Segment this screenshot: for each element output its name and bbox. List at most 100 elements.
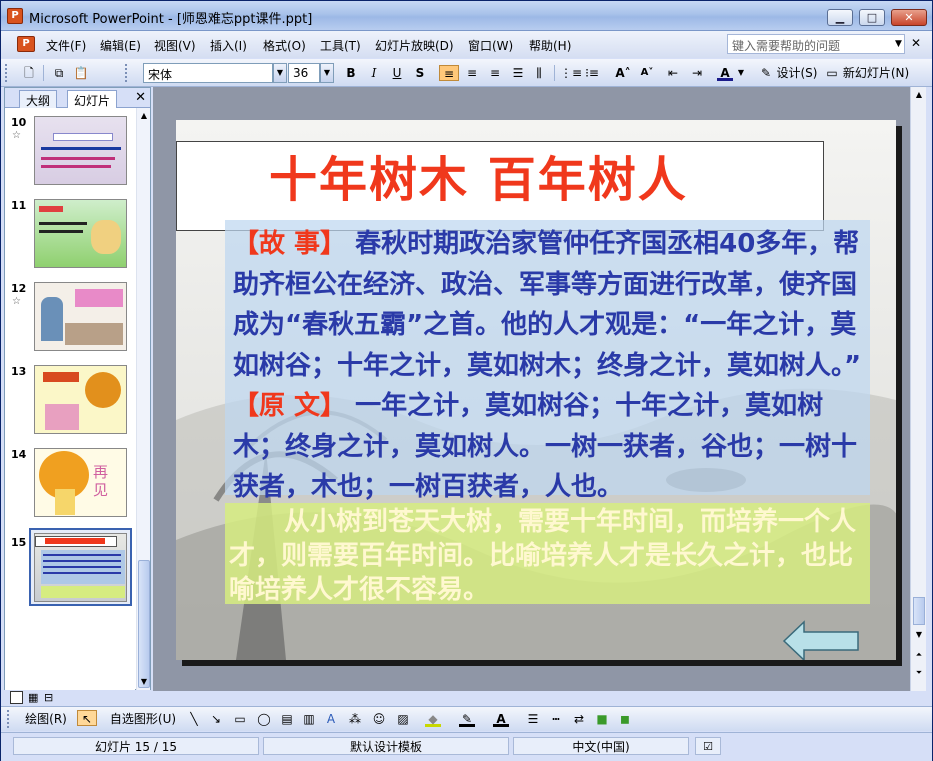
normal-view-icon[interactable]: [10, 691, 23, 704]
scrollbar-thumb[interactable]: [138, 560, 150, 688]
next-slide-icon[interactable]: ⏷: [913, 667, 925, 679]
toolbar-grip[interactable]: [7, 710, 11, 728]
arrow-style-icon[interactable]: ⇄: [571, 711, 587, 727]
close-button[interactable]: ✕: [891, 9, 927, 26]
help-search-input[interactable]: 键入需要帮助的问题: [727, 34, 905, 54]
justify-button[interactable]: ☰: [510, 65, 526, 81]
align-center-button[interactable]: ≡: [464, 65, 480, 81]
numbering-icon[interactable]: ⋮≡: [560, 65, 582, 81]
sorter-view-icon[interactable]: ▦: [28, 691, 41, 704]
3d-style-icon[interactable]: ◼: [617, 711, 633, 727]
maximize-button[interactable]: □: [859, 9, 885, 26]
new-document-icon[interactable]: 🗋: [19, 65, 39, 81]
menu-help[interactable]: 帮助(H): [529, 37, 571, 54]
formatting-toolbar: 🗋 ⧉ 📋 宋体 ▼ 36 ▼ B I U S ≡ ≡ ≡ ☰ ⫼ ⋮≡ ⁝≡ …: [1, 59, 932, 87]
paste-icon[interactable]: 📋: [71, 65, 91, 81]
rectangle-icon[interactable]: ▭: [232, 711, 248, 727]
thumb-image: [34, 116, 127, 185]
autoshapes-button[interactable]: 自选图形(U): [105, 711, 181, 727]
decrease-indent-icon[interactable]: ⇤: [665, 65, 681, 81]
diagram-icon[interactable]: ⁂: [347, 711, 363, 727]
size-dropdown-icon[interactable]: ▼: [320, 63, 334, 83]
bold-button[interactable]: B: [344, 65, 358, 81]
title-bar: P Microsoft PowerPoint - [师恩难忘ppt课件.ppt]…: [1, 1, 932, 31]
spelling-status-icon[interactable]: ☑: [695, 737, 721, 755]
powerpoint-icon[interactable]: P: [7, 8, 23, 24]
line-style-icon[interactable]: ☰: [525, 711, 541, 727]
menu-format[interactable]: 格式(O): [263, 37, 306, 54]
thumbnail-list[interactable]: 10 ☆ 11 12 ☆ 13 14 再见 15: [5, 108, 135, 690]
previous-slide-icon[interactable]: ⏶: [913, 649, 925, 661]
line-icon[interactable]: ╲: [187, 711, 201, 727]
font-color-icon[interactable]: A: [717, 65, 733, 81]
design-icon[interactable]: ✎: [758, 65, 774, 81]
underline-button[interactable]: U: [390, 65, 404, 81]
menu-tools[interactable]: 工具(T): [320, 37, 361, 54]
help-dropdown-icon[interactable]: ▼: [892, 34, 905, 54]
align-right-button[interactable]: ≡: [487, 65, 503, 81]
vertical-textbox-icon[interactable]: ▥: [302, 711, 316, 727]
fill-color-icon[interactable]: ◆: [425, 711, 441, 727]
font-dropdown-icon[interactable]: ▼: [273, 63, 287, 83]
panel-close-icon[interactable]: ✕: [135, 90, 146, 105]
menu-slideshow[interactable]: 幻灯片放映(D): [375, 37, 454, 54]
font-size-input[interactable]: 36: [288, 63, 320, 83]
oval-icon[interactable]: ◯: [256, 711, 272, 727]
increase-indent-icon[interactable]: ⇥: [689, 65, 705, 81]
italic-button[interactable]: I: [367, 65, 381, 81]
clipart-icon[interactable]: ☺: [371, 711, 387, 727]
toolbar-grip[interactable]: [5, 64, 9, 82]
tab-outline[interactable]: 大纲: [19, 90, 58, 108]
textbox-icon[interactable]: ▤: [280, 711, 294, 727]
shadow-style-icon[interactable]: ■: [594, 711, 610, 727]
new-slide-button[interactable]: 新幻灯片(N): [841, 65, 911, 81]
toolbar-grip[interactable]: [125, 64, 129, 82]
shadow-button[interactable]: S: [413, 65, 427, 81]
line-color-icon[interactable]: ✎: [459, 711, 475, 727]
scroll-down-icon[interactable]: ▼: [138, 676, 150, 688]
scroll-up-icon[interactable]: ▲: [138, 110, 150, 122]
menu-file[interactable]: 文件(F): [46, 37, 86, 54]
increase-font-icon[interactable]: A˄: [614, 65, 632, 81]
tab-slides[interactable]: 幻灯片: [67, 90, 118, 108]
back-arrow-button[interactable]: [782, 620, 862, 660]
decrease-font-icon[interactable]: A˅: [638, 65, 656, 81]
bullets-icon[interactable]: ⁝≡: [584, 65, 600, 81]
scroll-down-icon[interactable]: ▼: [913, 629, 925, 641]
dash-style-icon[interactable]: ┅: [548, 711, 564, 727]
document-icon[interactable]: P: [17, 36, 35, 52]
copy-icon[interactable]: ⧉: [49, 65, 69, 81]
design-button[interactable]: 设计(S): [776, 65, 818, 81]
slide-number: 15: [11, 536, 27, 549]
menu-insert[interactable]: 插入(I): [210, 37, 247, 54]
draw-menu-button[interactable]: 绘图(R): [19, 711, 73, 727]
thumb-image: [34, 282, 127, 351]
align-left-button[interactable]: ≡: [439, 65, 459, 81]
slideshow-view-icon[interactable]: ⊟: [44, 691, 57, 704]
scroll-up-icon[interactable]: ▲: [913, 89, 925, 101]
menu-view[interactable]: 视图(V): [154, 37, 196, 54]
minimize-button[interactable]: ▁: [827, 9, 853, 26]
story-textbox[interactable]: 【故 事】 春秋时期政治家管仲任齐国丞相40多年，帮助齐桓公在经济、政治、军事等…: [233, 224, 865, 508]
window-title: Microsoft PowerPoint - [师恩难忘ppt课件.ppt]: [29, 12, 313, 27]
summary-text[interactable]: 从小树到苍天大树，需要十年时间，而培养一个人才，则需要百年时间。比喻培养人才是长…: [229, 505, 869, 607]
editor-scrollbar[interactable]: ▲ ▼ ⏶ ⏷: [910, 87, 926, 691]
arrow-icon[interactable]: ↘: [209, 711, 223, 727]
select-pointer-icon[interactable]: ↖: [77, 710, 97, 726]
animation-star-icon: ☆: [12, 296, 21, 307]
draw-font-color-icon[interactable]: A: [493, 711, 509, 727]
distribute-button[interactable]: ⫼: [531, 65, 547, 81]
scrollbar-thumb[interactable]: [913, 597, 925, 625]
picture-icon[interactable]: ▨: [395, 711, 411, 727]
menu-window[interactable]: 窗口(W): [468, 37, 513, 54]
font-name-input[interactable]: 宋体: [143, 63, 273, 83]
powerpoint-window: P Microsoft PowerPoint - [师恩难忘ppt课件.ppt]…: [0, 0, 933, 761]
thumb-image: [34, 533, 127, 602]
new-slide-icon[interactable]: ▭: [824, 65, 840, 81]
slide-canvas[interactable]: 十年树木 百年树人 【故 事】 春秋时期政治家管仲任齐国丞相40多年，帮助齐桓公…: [176, 120, 896, 660]
menu-edit[interactable]: 编辑(E): [100, 37, 141, 54]
panel-scrollbar[interactable]: ▲ ▼: [136, 108, 150, 690]
font-color-dropdown-icon[interactable]: ▼: [736, 65, 746, 81]
close-document-icon[interactable]: ✕: [911, 36, 921, 50]
wordart-icon[interactable]: A: [323, 711, 339, 727]
